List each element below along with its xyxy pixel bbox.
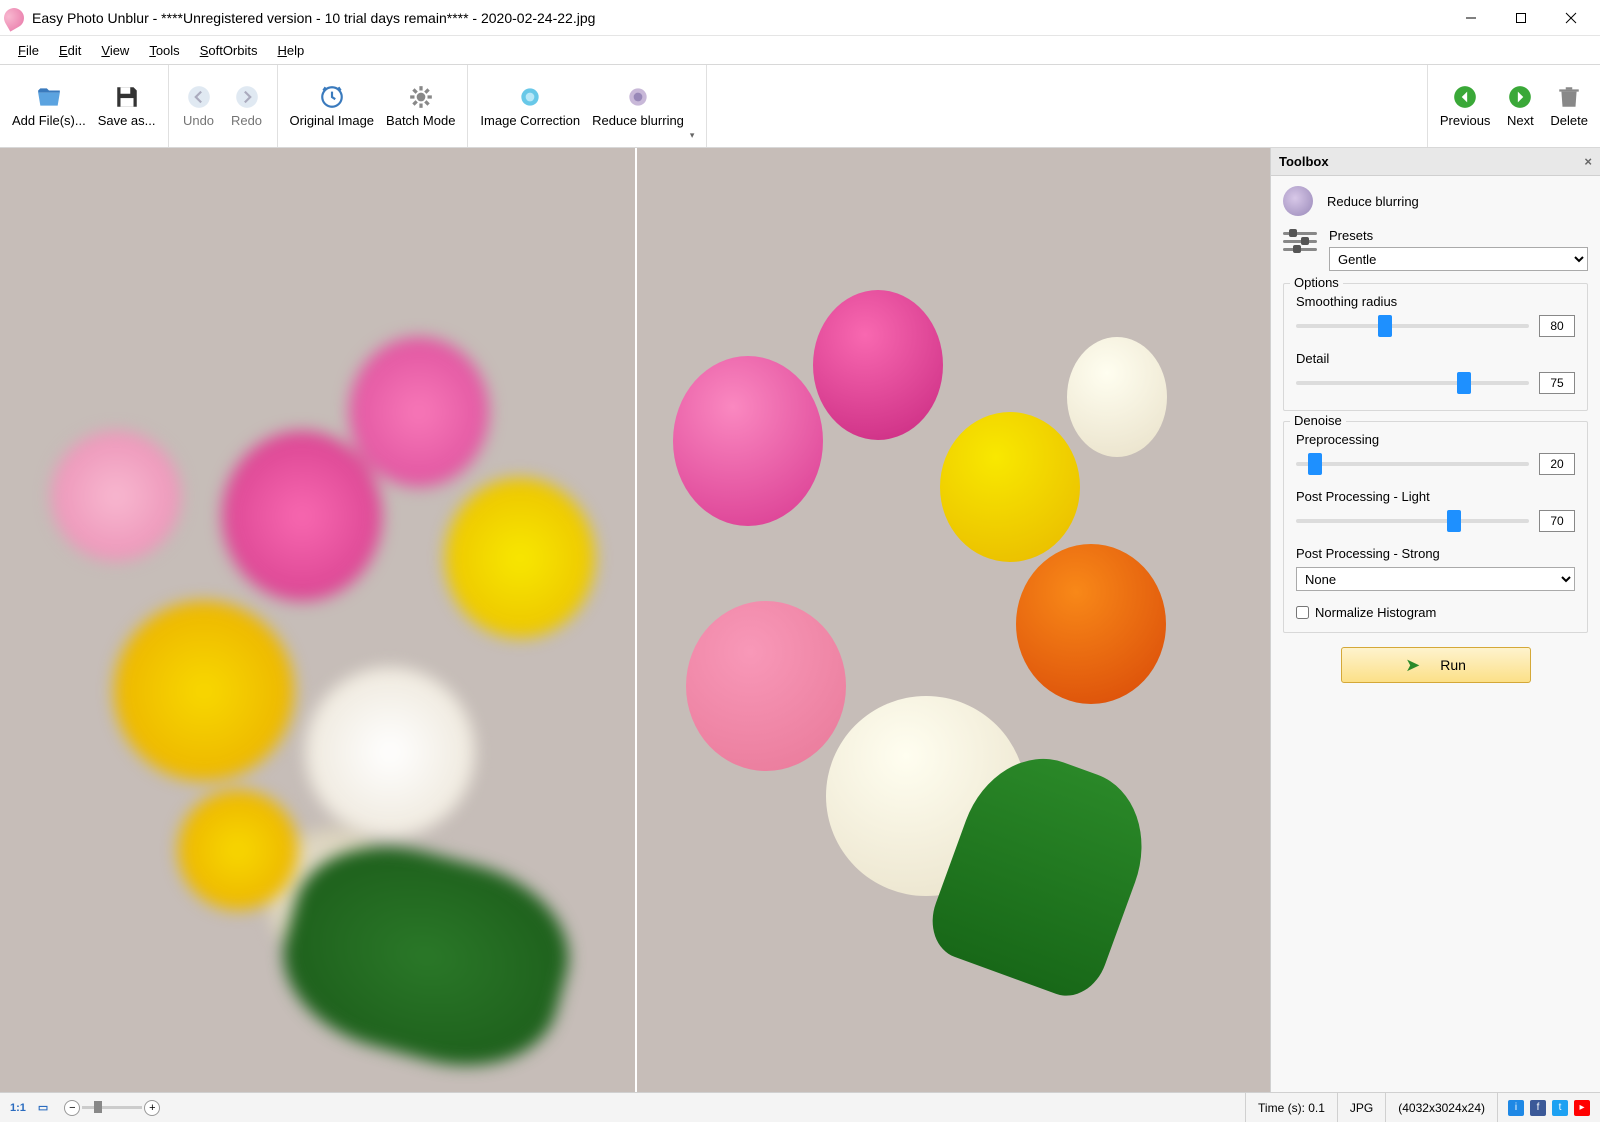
presets-icon: [1283, 228, 1317, 256]
toolbox-close-button[interactable]: ×: [1584, 154, 1592, 169]
reduce-blurring-button[interactable]: Reduce blurring: [586, 79, 690, 134]
detail-label: Detail: [1296, 351, 1575, 366]
menu-view[interactable]: View: [91, 39, 139, 62]
app-icon: [0, 4, 27, 31]
next-button[interactable]: Next: [1496, 79, 1544, 134]
toolbox-header: Toolbox ×: [1271, 148, 1600, 176]
status-dimensions: (4032x3024x24): [1385, 1093, 1497, 1122]
menu-edit[interactable]: Edit: [49, 39, 91, 62]
compare-divider[interactable]: [635, 148, 637, 1092]
smoothing-value[interactable]: 80: [1539, 315, 1575, 337]
postlight-value[interactable]: 70: [1539, 510, 1575, 532]
menu-file[interactable]: File: [8, 39, 49, 62]
arrow-left-icon: [1451, 83, 1479, 111]
statusbar: 1:1 ▭ − + Time (s): 0.1 JPG (4032x3024x2…: [0, 1092, 1600, 1122]
normalize-checkbox[interactable]: [1296, 606, 1309, 619]
smoothing-label: Smoothing radius: [1296, 294, 1575, 309]
run-button[interactable]: ➤ Run: [1341, 647, 1531, 683]
original-image-button[interactable]: Original Image: [284, 79, 381, 134]
denoise-title: Denoise: [1290, 413, 1346, 428]
blur-icon: [624, 83, 652, 111]
poststrong-select[interactable]: None: [1296, 567, 1575, 591]
add-files-button[interactable]: Add File(s)...: [6, 79, 92, 134]
previous-button[interactable]: Previous: [1434, 79, 1497, 134]
before-image: [0, 148, 635, 1092]
undo-button[interactable]: Undo: [175, 79, 223, 134]
window-title: Easy Photo Unblur - ****Unregistered ver…: [32, 10, 1446, 26]
close-button[interactable]: [1546, 2, 1596, 34]
youtube-icon[interactable]: ▸: [1574, 1100, 1590, 1116]
zoom-slider[interactable]: [82, 1106, 142, 1109]
folder-open-icon: [35, 83, 63, 111]
presets-label: Presets: [1329, 228, 1588, 243]
trash-icon: [1555, 83, 1583, 111]
minimize-button[interactable]: [1446, 2, 1496, 34]
sparkle-icon: [516, 83, 544, 111]
delete-button[interactable]: Delete: [1544, 79, 1594, 134]
toolbar: Add File(s)... Save as... Undo Redo Orig…: [0, 64, 1600, 148]
blur-icon: [1283, 186, 1313, 216]
run-arrow-icon: ➤: [1405, 655, 1420, 676]
redo-icon: [233, 83, 261, 111]
smoothing-slider[interactable]: [1296, 324, 1529, 328]
postlight-slider[interactable]: [1296, 519, 1529, 523]
info-icon[interactable]: i: [1508, 1100, 1524, 1116]
maximize-button[interactable]: [1496, 2, 1546, 34]
zoom-out-button[interactable]: −: [64, 1100, 80, 1116]
toolbar-dropdown-arrow[interactable]: ▾: [690, 130, 700, 141]
toolbox-panel: Toolbox × Reduce blurring Presets Gentle: [1270, 148, 1600, 1092]
twitter-icon[interactable]: t: [1552, 1100, 1568, 1116]
preprocessing-value[interactable]: 20: [1539, 453, 1575, 475]
menu-tools[interactable]: Tools: [139, 39, 189, 62]
zoom-in-button[interactable]: +: [144, 1100, 160, 1116]
menu-softorbits[interactable]: SoftOrbits: [190, 39, 268, 62]
zoom-1to1-button[interactable]: 1:1: [6, 1100, 30, 1116]
options-title: Options: [1290, 275, 1343, 290]
gear-icon: [407, 83, 435, 111]
image-correction-button[interactable]: Image Correction: [474, 79, 586, 134]
save-as-button[interactable]: Save as...: [92, 79, 162, 134]
toolbox-section-title: Reduce blurring: [1327, 194, 1419, 209]
clock-icon: [318, 83, 346, 111]
menu-help[interactable]: Help: [267, 39, 314, 62]
image-canvas[interactable]: [0, 148, 1270, 1092]
preprocessing-slider[interactable]: [1296, 462, 1529, 466]
titlebar: Easy Photo Unblur - ****Unregistered ver…: [0, 0, 1600, 36]
batch-mode-button[interactable]: Batch Mode: [380, 79, 461, 134]
normalize-label: Normalize Histogram: [1315, 605, 1436, 620]
arrow-right-icon: [1506, 83, 1534, 111]
detail-slider[interactable]: [1296, 381, 1529, 385]
facebook-icon[interactable]: f: [1530, 1100, 1546, 1116]
status-time: Time (s): 0.1: [1245, 1093, 1337, 1122]
fit-screen-button[interactable]: ▭: [34, 1099, 52, 1116]
presets-select[interactable]: Gentle: [1329, 247, 1588, 271]
redo-button[interactable]: Redo: [223, 79, 271, 134]
detail-value[interactable]: 75: [1539, 372, 1575, 394]
main-area: Toolbox × Reduce blurring Presets Gentle: [0, 148, 1600, 1092]
after-image: [635, 148, 1270, 1092]
menubar: File Edit View Tools SoftOrbits Help: [0, 36, 1600, 64]
undo-icon: [185, 83, 213, 111]
status-format: JPG: [1337, 1093, 1385, 1122]
save-icon: [113, 83, 141, 111]
preprocessing-label: Preprocessing: [1296, 432, 1575, 447]
postlight-label: Post Processing - Light: [1296, 489, 1575, 504]
poststrong-label: Post Processing - Strong: [1296, 546, 1575, 561]
